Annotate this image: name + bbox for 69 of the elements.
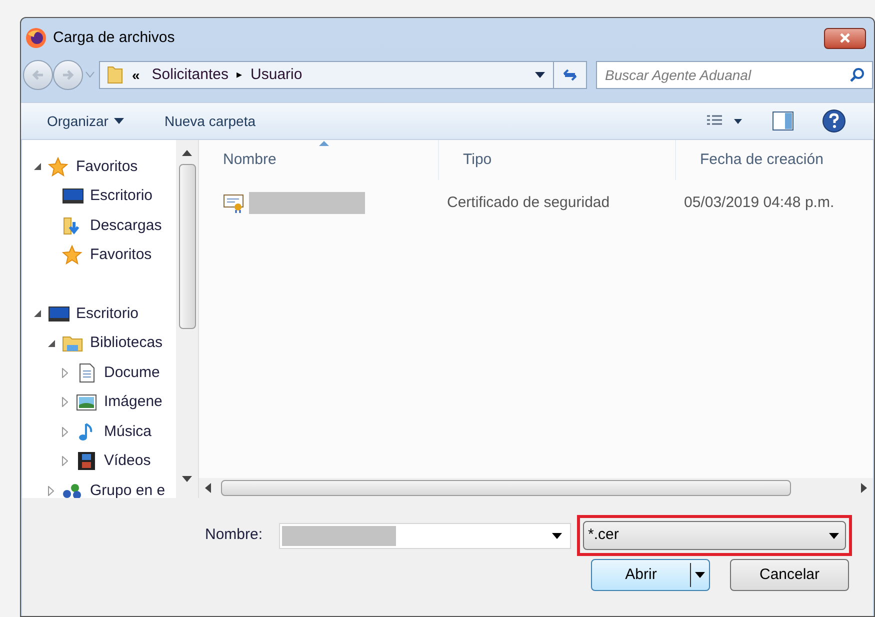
monitor-icon xyxy=(62,186,84,206)
scroll-left-arrow-icon[interactable] xyxy=(205,483,211,493)
organize-menu[interactable]: Organizar xyxy=(47,110,124,132)
open-button[interactable]: Abrir xyxy=(591,559,710,591)
close-icon xyxy=(839,33,851,43)
tree-item[interactable]: Docume xyxy=(104,362,160,384)
scroll-down-arrow-icon[interactable] xyxy=(182,476,192,482)
vertical-scrollbar[interactable] xyxy=(176,140,198,498)
expanded-arrow-icon[interactable] xyxy=(34,310,41,318)
file-name-label: Nombre: xyxy=(205,525,264,546)
tree-item[interactable]: Descargas xyxy=(90,214,162,237)
tree-item[interactable]: Bibliotecas xyxy=(90,332,163,354)
collapsed-arrow-icon[interactable] xyxy=(62,368,68,378)
view-options-icon[interactable] xyxy=(706,114,744,128)
collapsed-arrow-icon[interactable] xyxy=(62,426,68,437)
overflow-chevron[interactable]: « xyxy=(132,64,140,86)
star-icon xyxy=(62,245,84,266)
picture-icon xyxy=(76,392,98,412)
tree-item[interactable]: Escritorio xyxy=(76,302,139,325)
caret-icon[interactable] xyxy=(695,572,705,578)
caret-icon xyxy=(114,118,124,124)
forward-arrow-icon xyxy=(61,69,75,81)
tree-item[interactable]: Escritorio xyxy=(90,185,153,208)
breadcrumb-item[interactable]: Usuario xyxy=(250,64,302,86)
address-bar[interactable]: « Solicitantes ▸ Usuario xyxy=(99,61,554,89)
scroll-right-arrow-icon[interactable] xyxy=(861,483,867,493)
tree-item[interactable]: Favoritos xyxy=(90,244,152,266)
collapsed-arrow-icon[interactable] xyxy=(48,486,54,496)
folder-icon xyxy=(106,65,124,85)
new-folder-button[interactable]: Nueva carpeta xyxy=(164,110,256,132)
browser-logo-icon xyxy=(25,27,47,49)
refresh-button[interactable] xyxy=(553,61,587,89)
close-button[interactable] xyxy=(824,28,866,48)
file-name-field[interactable] xyxy=(279,522,571,548)
tree-item[interactable]: Favoritos xyxy=(76,156,138,178)
collapsed-arrow-icon[interactable] xyxy=(62,456,68,466)
search-icon[interactable] xyxy=(849,67,865,83)
expanded-arrow-icon[interactable] xyxy=(48,340,55,347)
table-cell-text: Certificado de seguridad xyxy=(446,192,611,213)
table-cell-text: 05/03/2019 04:48 p.m. xyxy=(683,192,834,213)
tree-item[interactable]: Música xyxy=(104,420,152,443)
preview-pane-icon[interactable] xyxy=(772,111,794,131)
certificate-icon xyxy=(223,193,245,213)
horizontal-scrollbar[interactable] xyxy=(199,478,873,498)
column-header[interactable]: Tipo xyxy=(439,140,676,180)
cancel-button[interactable]: Cancelar xyxy=(730,559,849,591)
dropdown-arrow-icon[interactable] xyxy=(552,532,562,538)
dropdown-arrow-icon[interactable] xyxy=(829,532,839,538)
window-title: Carga de archivos xyxy=(53,28,175,48)
monitor-icon xyxy=(48,304,70,324)
film-icon xyxy=(76,451,98,472)
tree-item[interactable]: Imágene xyxy=(104,391,162,414)
refresh-icon xyxy=(561,67,579,83)
sort-arrow-icon xyxy=(319,141,329,146)
dropdown-arrow-icon[interactable] xyxy=(535,72,545,78)
help-icon[interactable] xyxy=(822,109,846,133)
column-header[interactable]: Nombre xyxy=(199,140,439,180)
file-type-dropdown[interactable]: *.cer xyxy=(583,521,846,550)
back-arrow-icon xyxy=(31,69,45,81)
tree-item[interactable]: Grupo en e xyxy=(90,480,166,498)
search-field[interactable]: Buscar Agente Aduanal xyxy=(596,61,873,89)
tree-item[interactable]: Vídeos xyxy=(104,450,151,472)
breadcrumb-item[interactable]: Solicitantes xyxy=(152,64,229,86)
collapsed-arrow-icon[interactable] xyxy=(62,397,68,408)
star-icon xyxy=(48,156,70,177)
expanded-arrow-icon[interactable] xyxy=(34,163,41,170)
column-header[interactable]: Fecha de creación xyxy=(676,140,873,180)
breadcrumb-separator[interactable]: ▸ xyxy=(236,66,243,84)
scroll-up-arrow-icon[interactable] xyxy=(182,150,192,156)
